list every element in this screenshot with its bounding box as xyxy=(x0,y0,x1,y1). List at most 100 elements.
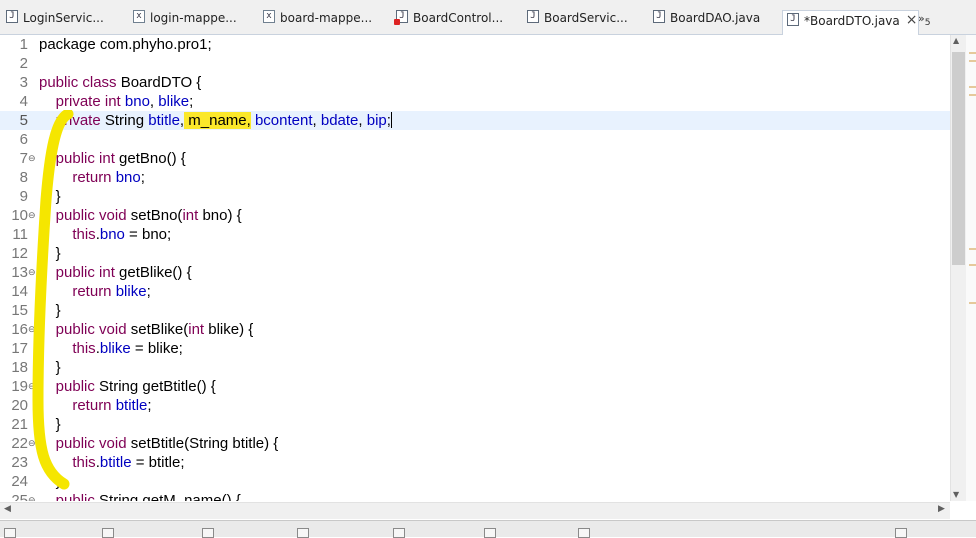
code-line[interactable]: 11 this.bno = bno; xyxy=(0,225,950,244)
keyword-token: public class xyxy=(39,74,117,91)
editor-tab-label: BoardDAO.java xyxy=(670,11,761,25)
line-number: 24 xyxy=(11,473,28,490)
editor-tab-label: *BoardDTO.java xyxy=(804,14,900,28)
overview-ruler-marker[interactable] xyxy=(969,60,976,62)
editor-tab-label: BoardControl... xyxy=(413,11,504,25)
overview-ruler-marker[interactable] xyxy=(969,302,976,304)
horizontal-scrollbar[interactable] xyxy=(0,502,950,519)
code-line[interactable]: 10 ⊖ public void setBno(int bno) { xyxy=(0,206,950,225)
view-tab-icon[interactable] xyxy=(297,528,309,538)
code-line[interactable]: 24 } xyxy=(0,472,950,491)
code-line[interactable]: 14 return blike; xyxy=(0,282,950,301)
scroll-up-arrow-icon[interactable]: ▲ xyxy=(953,36,959,45)
code-token: setBlike( xyxy=(126,321,189,338)
code-line[interactable]: 3 public class BoardDTO { xyxy=(0,73,950,92)
keyword-token: return xyxy=(72,169,112,186)
code-line[interactable]: 16 ⊖ public void setBlike(int blike) { xyxy=(0,320,950,339)
java-file-error-icon: J xyxy=(394,10,408,25)
editor-tab[interactable]: J LoginServic... xyxy=(6,8,104,34)
scroll-left-arrow-icon[interactable]: ◀ xyxy=(4,504,11,514)
editor-tab[interactable]: J BoardServic... xyxy=(527,8,628,34)
overview-ruler-marker[interactable] xyxy=(969,52,976,54)
editor-tab[interactable]: x login-mappe... xyxy=(133,8,237,34)
code-token: setBno( xyxy=(126,207,183,224)
code-line[interactable]: 18 } xyxy=(0,358,950,377)
code-line[interactable]: 21 } xyxy=(0,415,950,434)
scroll-right-arrow-icon[interactable]: ▶ xyxy=(938,504,945,514)
code-line[interactable]: 9 } xyxy=(0,187,950,206)
code-token: , xyxy=(358,112,367,129)
overview-ruler[interactable] xyxy=(966,35,976,501)
view-tab-icon[interactable] xyxy=(102,528,114,538)
line-number: 2 xyxy=(19,55,28,72)
code-line[interactable]: 15 } xyxy=(0,301,950,320)
code-token: = btitle; xyxy=(131,454,185,471)
line-number: 11 xyxy=(12,226,28,243)
view-tab-icon[interactable] xyxy=(393,528,405,538)
code-editor[interactable]: 1 package com.phyho.pro1; 2 3 public class B… xyxy=(0,35,950,501)
line-number: 1 xyxy=(19,36,28,53)
close-tab-icon[interactable]: × xyxy=(906,12,918,28)
view-tab-icon[interactable] xyxy=(484,528,496,538)
highlighted-token: m_name, xyxy=(184,112,251,129)
code-token: BoardDTO { xyxy=(116,74,202,91)
field-token: btitle xyxy=(99,454,132,471)
field-token: bcontent xyxy=(254,112,313,129)
line-number: 16 xyxy=(11,321,28,338)
line-number: 17 xyxy=(11,340,28,357)
code-line[interactable]: 13 ⊖ public int getBlike() { xyxy=(0,263,950,282)
line-number: 25 xyxy=(11,492,28,501)
code-line[interactable]: 22 ⊖ public void setBtitle(String btitle)… xyxy=(0,434,950,453)
code-line[interactable]: 5 private String btitle, m_name, bconten… xyxy=(0,111,950,130)
overview-ruler-marker[interactable] xyxy=(969,248,976,250)
overview-ruler-marker[interactable] xyxy=(969,264,976,266)
line-number: 22 xyxy=(11,435,28,452)
code-line[interactable]: 19 ⊖ public String getBtitle() { xyxy=(0,377,950,396)
annotation-brace-stroke xyxy=(32,110,74,490)
view-tab-icon[interactable] xyxy=(202,528,214,538)
code-line[interactable]: 20 return btitle; xyxy=(0,396,950,415)
code-token: blike) { xyxy=(204,321,254,338)
code-text: private int bno, blike; xyxy=(39,92,194,111)
code-token: ; xyxy=(147,397,152,414)
code-token: String xyxy=(100,112,149,129)
java-file-icon: J xyxy=(787,13,799,26)
overview-ruler-marker[interactable] xyxy=(969,86,976,88)
keyword-token: return xyxy=(72,283,112,300)
editor-tab[interactable]: J BoardControl... xyxy=(394,8,504,34)
code-line[interactable]: 25 ⊖ public String getM_name() { xyxy=(0,491,950,501)
vertical-scrollbar-thumb[interactable] xyxy=(952,52,965,265)
code-text: public class BoardDTO { xyxy=(39,73,201,92)
line-number: 20 xyxy=(11,397,28,414)
view-tab-icon[interactable] xyxy=(4,528,16,538)
scroll-down-arrow-icon[interactable]: ▼ xyxy=(953,490,959,499)
text-caret xyxy=(390,112,392,128)
code-line[interactable]: 8 return bno; xyxy=(0,168,950,187)
code-line[interactable]: 17 this.blike = blike; xyxy=(0,339,950,358)
code-line[interactable]: 1 package com.phyho.pro1; xyxy=(0,35,950,54)
keyword-token: return xyxy=(72,397,112,414)
editor-tab[interactable]: J BoardDAO.java xyxy=(653,8,760,34)
keyword-token: this xyxy=(72,454,96,471)
tab-overflow-button[interactable]: »5 xyxy=(918,12,931,28)
line-number: 3 xyxy=(19,74,28,91)
code-token: setBtitle(String btitle) { xyxy=(126,435,279,452)
code-line[interactable]: 4 private int bno, blike; xyxy=(0,92,950,111)
keyword-token: private int xyxy=(55,93,121,110)
overview-ruler-marker[interactable] xyxy=(969,94,976,96)
code-line[interactable]: 12 } xyxy=(0,244,950,263)
java-file-icon: J xyxy=(527,10,539,23)
editor-tab[interactable]: J *BoardDTO.java × xyxy=(782,10,919,35)
line-number: 8 xyxy=(19,169,28,186)
code-line[interactable]: 7 ⊖ public int getBno() { xyxy=(0,149,950,168)
code-token: bno) { xyxy=(198,207,242,224)
code-line[interactable]: 6 xyxy=(0,130,950,149)
code-line[interactable]: 2 xyxy=(0,54,950,73)
view-tab-icon[interactable] xyxy=(895,528,907,538)
editor-tab-label: LoginServic... xyxy=(23,11,104,25)
editor-tab[interactable]: x board-mappe... xyxy=(263,8,372,34)
code-line[interactable]: 23 this.btitle = btitle; xyxy=(0,453,950,472)
line-number: 19 xyxy=(11,378,28,395)
code-token: String getM_name() { xyxy=(94,492,241,501)
view-tab-icon[interactable] xyxy=(578,528,590,538)
